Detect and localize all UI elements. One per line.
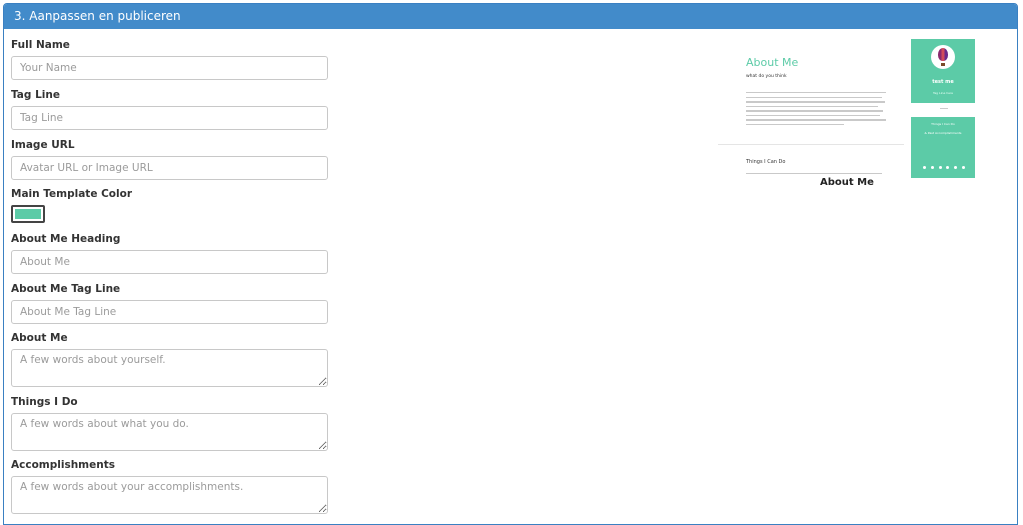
- about-tagline-label: About Me Tag Line: [11, 283, 121, 295]
- main-color-label: Main Template Color: [11, 188, 133, 200]
- full-name-group: Full Name: [11, 39, 328, 80]
- preview-card-name: test me: [932, 79, 954, 85]
- image-url-input[interactable]: [11, 156, 328, 180]
- hot-air-balloon-icon: [938, 48, 948, 61]
- tag-line-input[interactable]: [11, 106, 328, 130]
- social-icon: [923, 166, 926, 169]
- preview-profile-card: test me Tag Line here: [911, 39, 975, 103]
- things-i-do-label: Things I Do: [11, 396, 78, 408]
- full-name-label: Full Name: [11, 39, 70, 51]
- full-name-input[interactable]: [11, 56, 328, 80]
- about-me-label: About Me: [11, 332, 68, 344]
- image-url-group: Image URL: [11, 139, 328, 180]
- social-icon: [930, 166, 934, 169]
- about-heading-group: About Me Heading: [11, 233, 328, 274]
- about-heading-label: About Me Heading: [11, 233, 121, 245]
- preview-separator: [940, 108, 948, 109]
- tag-line-label: Tag Line: [11, 89, 60, 101]
- panel-title: 3. Aanpassen en publiceren: [4, 4, 1017, 29]
- social-icon: [961, 166, 965, 169]
- accomplishments-group: Accomplishments: [11, 459, 328, 514]
- about-me-textarea[interactable]: [11, 349, 328, 387]
- preview-body-text: [746, 92, 886, 129]
- balloon-basket-icon: [941, 63, 945, 66]
- about-tagline-input[interactable]: [11, 300, 328, 324]
- preview-divider: [718, 144, 904, 145]
- about-me-group: About Me: [11, 332, 328, 387]
- social-icon: [938, 166, 942, 169]
- accomplishments-label: Accomplishments: [11, 459, 115, 471]
- template-preview: About Me what do you think Things I Can …: [718, 36, 978, 191]
- color-swatch: [15, 209, 41, 219]
- preview-tagline: what do you think: [746, 74, 787, 79]
- preview-section-title: Things I Can Do: [746, 159, 786, 165]
- preview-card2-title: Things I Can Do: [931, 122, 955, 126]
- preview-card-sub: Tag Line here: [933, 91, 953, 95]
- tag-line-group: Tag Line: [11, 89, 328, 130]
- things-i-do-group: Things I Do: [11, 396, 328, 451]
- social-icon: [946, 166, 950, 169]
- social-icons: [923, 166, 965, 169]
- accomplishments-textarea[interactable]: [11, 476, 328, 514]
- color-picker-button[interactable]: [11, 205, 45, 223]
- about-heading-input[interactable]: [11, 250, 328, 274]
- preview-info-card: Things I Can Do & Past Accomplishments: [911, 117, 975, 178]
- things-i-do-textarea[interactable]: [11, 413, 328, 451]
- preview-section-text: [746, 173, 882, 175]
- about-tagline-group: About Me Tag Line: [11, 283, 328, 324]
- social-icon: [954, 166, 958, 169]
- preview-card2-sub: & Past Accomplishments: [924, 131, 962, 135]
- main-color-group: Main Template Color: [11, 188, 132, 223]
- preview-caption: About Me: [820, 177, 874, 188]
- image-url-label: Image URL: [11, 139, 75, 151]
- preview-heading: About Me: [746, 56, 799, 69]
